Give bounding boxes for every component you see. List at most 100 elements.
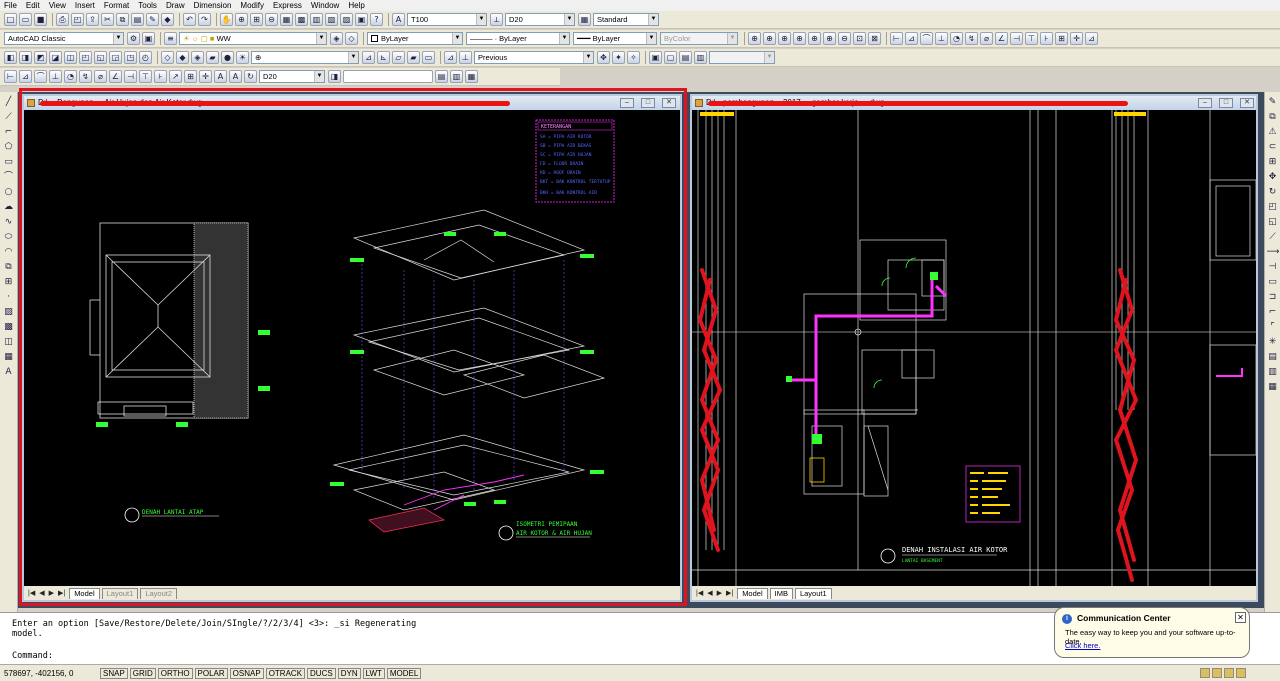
make-block-icon[interactable]: ⊞ (3, 276, 15, 288)
view-ne-icon[interactable]: ◴ (139, 51, 152, 64)
arc-icon[interactable]: ⌒ (3, 171, 15, 183)
text-style-icon[interactable]: A (392, 13, 405, 26)
dim-radius-icon[interactable]: ◔ (64, 70, 77, 83)
block-panel-icon[interactable]: ▦ (1267, 381, 1279, 393)
menu-window[interactable]: Window (311, 1, 339, 10)
command-prompt[interactable]: Command: (12, 651, 53, 661)
tab-imb[interactable]: IMB (769, 587, 793, 599)
menu-format[interactable]: Format (104, 1, 129, 10)
tray-settings-icon[interactable] (1224, 667, 1234, 678)
right-drawing-window[interactable]: D:\...pembangunan... 2017 ... gambar ker… (690, 94, 1258, 602)
move-icon[interactable]: ✥ (1267, 171, 1279, 183)
shade-3d-icon[interactable]: ◆ (176, 51, 189, 64)
calculator-icon[interactable]: ▣ (355, 13, 368, 26)
layer-tool-3-icon[interactable]: ▦ (465, 70, 478, 83)
break-icon[interactable]: ▭ (1267, 276, 1279, 288)
snap-toggle[interactable]: SNAP (100, 667, 128, 679)
array-icon[interactable]: ⊞ (1267, 156, 1279, 168)
balloon-link[interactable]: Click here. (1065, 641, 1100, 650)
layer-panel-icon[interactable]: ▥ (1267, 366, 1279, 378)
dim-diameter-icon[interactable]: ⌀ (980, 32, 993, 45)
menu-edit[interactable]: Edit (26, 1, 40, 10)
polar-toggle[interactable]: POLAR (194, 667, 228, 679)
view-previous-select[interactable]: Previous ▼ (474, 51, 594, 64)
dim-jog-icon[interactable]: ↯ (79, 70, 92, 83)
zoom-previous-icon[interactable]: ⊖ (265, 13, 278, 26)
zoom-window-icon[interactable]: ⊕ (748, 32, 761, 45)
redo-icon[interactable]: ↷ (198, 13, 211, 26)
tool-palettes-icon[interactable]: ▥ (310, 13, 323, 26)
tab-nav-prev-icon[interactable]: ◀ (707, 589, 712, 597)
dim-edit-icon[interactable]: ⊿ (1085, 32, 1098, 45)
hatch-icon[interactable]: ▨ (3, 306, 15, 318)
dim-linear-icon[interactable]: ⊢ (4, 70, 17, 83)
tab-model[interactable]: Model (737, 587, 768, 599)
dim-ordinate-icon[interactable]: ⊥ (935, 32, 948, 45)
model-toggle[interactable]: MODEL (386, 667, 422, 679)
linetype-select[interactable]: ——— · ByLayer ▼ (466, 32, 570, 45)
point-icon[interactable]: · (3, 291, 15, 303)
ucs-object-icon[interactable]: ▰ (407, 51, 420, 64)
zoom-all-icon[interactable]: ⊡ (853, 32, 866, 45)
workspace-select[interactable]: AutoCAD Classic ▼ (4, 32, 124, 45)
ucs-manager-icon[interactable]: ⊿ (444, 51, 457, 64)
sheet-set-icon[interactable]: ▧ (325, 13, 338, 26)
menu-draw[interactable]: Draw (166, 1, 185, 10)
layer-tool-2-icon[interactable]: ▥ (450, 70, 463, 83)
zoom-extents-icon[interactable]: ⊠ (868, 32, 881, 45)
design-center-icon[interactable]: ▩ (295, 13, 308, 26)
minimize-button[interactable]: – (1198, 98, 1212, 108)
layer-tool-1-icon[interactable]: ▤ (435, 70, 448, 83)
line-icon[interactable]: ╱ (3, 96, 15, 108)
current-dim-style-select[interactable]: D20 ▼ (259, 70, 325, 83)
dim-radius-icon[interactable]: ◔ (950, 32, 963, 45)
layer-select[interactable]: ☀ ☼ ▢ ■ WW ▼ (179, 32, 327, 45)
zoom-dynamic-icon[interactable]: ⊕ (763, 32, 776, 45)
shade-hidden-icon[interactable]: ◈ (191, 51, 204, 64)
table-style-select[interactable]: Standard ▼ (593, 13, 659, 26)
dyn-toggle[interactable]: DYN (337, 667, 361, 679)
tolerance-icon[interactable]: ⊞ (1055, 32, 1068, 45)
maximize-button[interactable]: □ (1219, 98, 1233, 108)
publish-icon[interactable]: ⇪ (86, 13, 99, 26)
leader-icon[interactable]: ↗ (169, 70, 182, 83)
dim-continue-icon[interactable]: ⊦ (154, 70, 167, 83)
view-back-icon[interactable]: ◱ (94, 51, 107, 64)
construction-line-icon[interactable]: ⟋ (3, 111, 15, 123)
view-top-icon[interactable]: ◨ (19, 51, 32, 64)
grid-toggle[interactable]: GRID (129, 667, 156, 679)
gradient-icon[interactable]: ▩ (3, 321, 15, 333)
ellipse-icon[interactable]: ⬭ (3, 231, 15, 243)
dim-style-manager-icon[interactable]: ◨ (328, 70, 341, 83)
dim-ordinate-icon[interactable]: ⊥ (49, 70, 62, 83)
shade-2d-icon[interactable]: ◇ (161, 51, 174, 64)
view-front-icon[interactable]: ◰ (79, 51, 92, 64)
dim-arc-length-icon[interactable]: ⌒ (34, 70, 47, 83)
paste-icon[interactable]: ▤ (131, 13, 144, 26)
ucs-previous-icon[interactable]: ⊥ (459, 51, 472, 64)
dim-edit-icon[interactable]: A (214, 70, 227, 83)
erase-icon[interactable]: ✎ (1267, 96, 1279, 108)
mirror-icon[interactable]: ⚠ (1267, 126, 1279, 138)
dim-aligned-icon[interactable]: ⊿ (905, 32, 918, 45)
copy-icon[interactable]: ⧉ (116, 13, 129, 26)
tolerance-icon[interactable]: ⊞ (184, 70, 197, 83)
dim-jogged-icon[interactable]: ↯ (965, 32, 978, 45)
dim-linear-icon[interactable]: ⊢ (890, 32, 903, 45)
break-point-icon[interactable]: ⊣ (1267, 261, 1279, 273)
right-model-space[interactable]: DENAH INSTALASI AIR KOTOR LANTAI BASEMEN… (692, 110, 1256, 586)
dim-baseline-icon[interactable]: ⊤ (1025, 32, 1038, 45)
workspace-settings-icon[interactable]: ⚙ (127, 32, 140, 45)
extend-icon[interactable]: ⟶ (1267, 246, 1280, 258)
zoom-realtime-icon[interactable]: ⊕ (235, 13, 248, 26)
lock-icon[interactable] (1212, 667, 1222, 678)
viewport-object-icon[interactable]: ▤ (679, 51, 692, 64)
text-entry-field[interactable] (343, 70, 433, 83)
color-select[interactable]: ByLayer ▼ (367, 32, 463, 45)
menu-tools[interactable]: Tools (138, 1, 157, 10)
scale-icon[interactable]: ◰ (1267, 201, 1279, 213)
viewport-poly-icon[interactable]: ▢ (664, 51, 677, 64)
named-view-select[interactable]: ⊕ ▼ (251, 51, 359, 64)
center-mark-icon[interactable]: ✛ (199, 70, 212, 83)
insert-block-icon[interactable]: ⧉ (3, 261, 15, 273)
